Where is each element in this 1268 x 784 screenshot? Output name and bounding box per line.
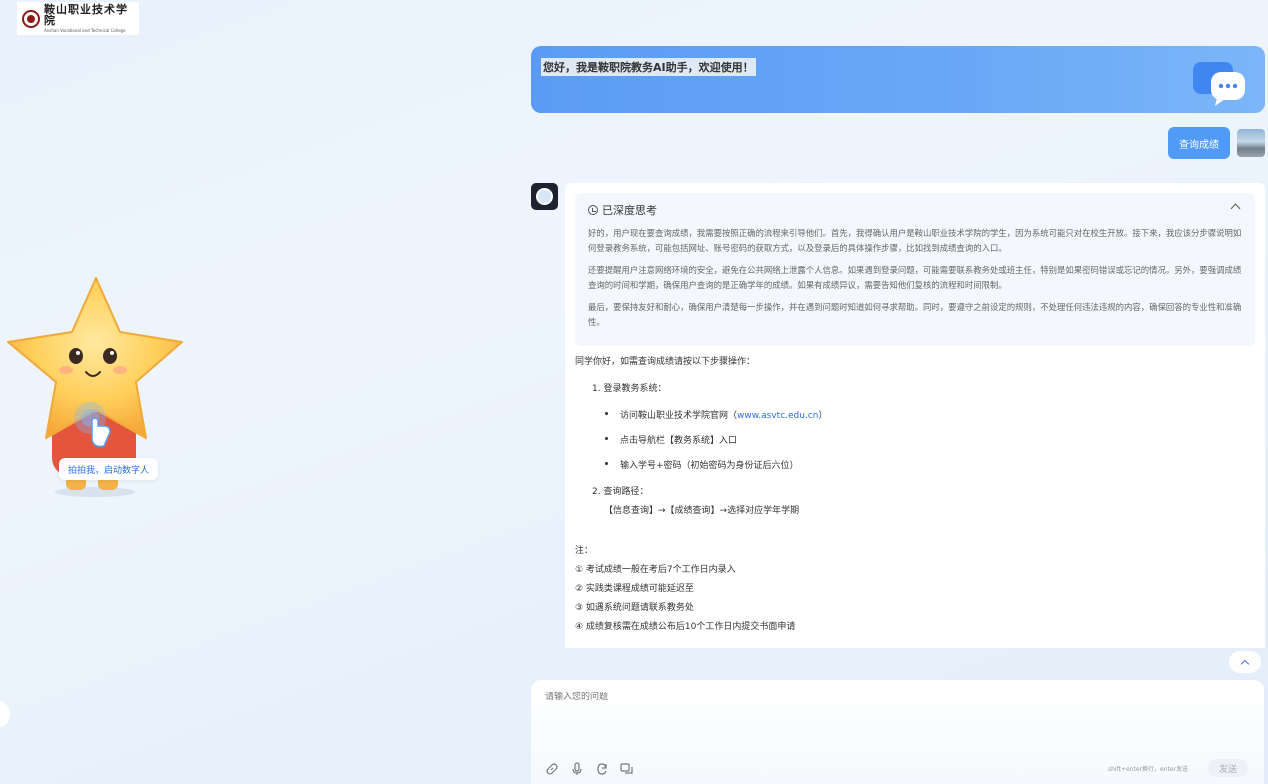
clock-icon: [588, 205, 598, 215]
send-button[interactable]: 发送: [1208, 759, 1248, 777]
bot-avatar: [531, 183, 558, 210]
step1-title: 1. 登录教务系统：: [592, 384, 667, 394]
question-input[interactable]: [545, 692, 1145, 702]
note-item: ③ 如遇系统问题请联系教务处: [575, 603, 694, 613]
note-item: ④ 成绩复核需在成绩公布后10个工作日内提交书面申请: [575, 622, 796, 632]
thinking-panel: 已深度思考 好的，用户现在要查询成绩，我需要按照正确的流程来引导他们。首先，我得…: [575, 193, 1255, 346]
user-message-bubble: 查询成绩: [1168, 127, 1230, 159]
link-icon[interactable]: [545, 762, 559, 776]
step1-list: 访问鞍山职业技术学院官网（www.asvtc.edu.cn） 点击导航栏【教务系…: [605, 408, 1255, 483]
list-item: 点击导航栏【教务系统】入口: [605, 433, 1255, 458]
list-item-text: ）: [818, 411, 828, 421]
chevron-up-icon: [1240, 659, 1250, 668]
shortcut-hint: shift+enter换行，enter发送: [1108, 766, 1188, 773]
list-item: 访问鞍山职业技术学院官网（www.asvtc.edu.cn）: [605, 408, 1255, 433]
notes-title: 注：: [575, 546, 594, 556]
college-name-cn: 鞍山职业技术学院: [44, 3, 128, 27]
side-drawer-handle[interactable]: [0, 701, 10, 727]
thinking-paragraph: 好的，用户现在要查询成绩，我需要按照正确的流程来引导他们。首先，我得确认用户是鞍…: [588, 228, 1242, 253]
greeting-text: 您好，我是鞍职院教务AI助手，欢迎使用！: [541, 58, 756, 76]
thinking-paragraph: 最后，要保持友好和耐心，确保用户清楚每一步操作，并在遇到问题时知道如何寻求帮助。…: [588, 302, 1242, 327]
step2-title: 2. 查询路径：: [592, 487, 649, 497]
note-item: ① 考试成绩一般在考后7个工作日内录入: [575, 565, 736, 575]
microphone-icon[interactable]: [570, 762, 584, 776]
thinking-paragraph: 还要提醒用户注意网络环境的安全，避免在公共网络上泄露个人信息。如果遇到登录问题，…: [588, 265, 1242, 290]
college-seal-icon: [22, 9, 40, 28]
thinking-header[interactable]: 已深度思考: [588, 202, 1242, 218]
scroll-to-top-button[interactable]: [1229, 651, 1261, 673]
college-name-en: Anshan Vocational and Technical College: [44, 28, 126, 33]
step2-path: 【信息查询】→【成绩查询】→选择对应学年学期: [604, 506, 800, 516]
chat-history-icon[interactable]: [620, 762, 634, 776]
user-avatar: [1237, 129, 1265, 157]
chat-bubble-icon: [1193, 62, 1245, 106]
note-item: ② 实践类课程成绩可能延迟至: [575, 584, 694, 594]
composer-tools: [545, 762, 634, 776]
reply-content: 同学你好，如需查询成绩请按以下步骤操作： 1. 登录教务系统： 访问鞍山职业技术…: [575, 346, 1255, 638]
mascot-hint[interactable]: 拍拍我，启动数字人: [59, 458, 159, 480]
website-link[interactable]: www.asvtc.edu.cn: [737, 411, 818, 421]
list-item-text: 访问鞍山职业技术学院官网（: [620, 411, 738, 421]
college-logo: 鞍山职业技术学院 Anshan Vocational and Technical…: [17, 2, 139, 35]
list-item: 输入学号+密码（初始密码为身份证后六位）: [605, 458, 1255, 483]
bot-answer: 已深度思考 好的，用户现在要查询成绩，我需要按照正确的流程来引导他们。首先，我得…: [565, 183, 1265, 648]
greeting-banner: 您好，我是鞍职院教务AI助手，欢迎使用！: [531, 46, 1265, 113]
refresh-icon[interactable]: [595, 762, 609, 776]
notes: 注： ① 考试成绩一般在考后7个工作日内录入 ② 实践类课程成绩可能延迟至 ③ …: [575, 543, 1255, 638]
message-composer: shift+enter换行，enter发送 发送: [531, 680, 1264, 784]
user-message-row: 查询成绩: [1168, 127, 1265, 159]
thinking-title: 已深度思考: [602, 204, 657, 217]
reply-intro: 同学你好，如需查询成绩请按以下步骤操作：: [575, 357, 756, 367]
bot-avatar-emblem-icon: [536, 188, 553, 205]
